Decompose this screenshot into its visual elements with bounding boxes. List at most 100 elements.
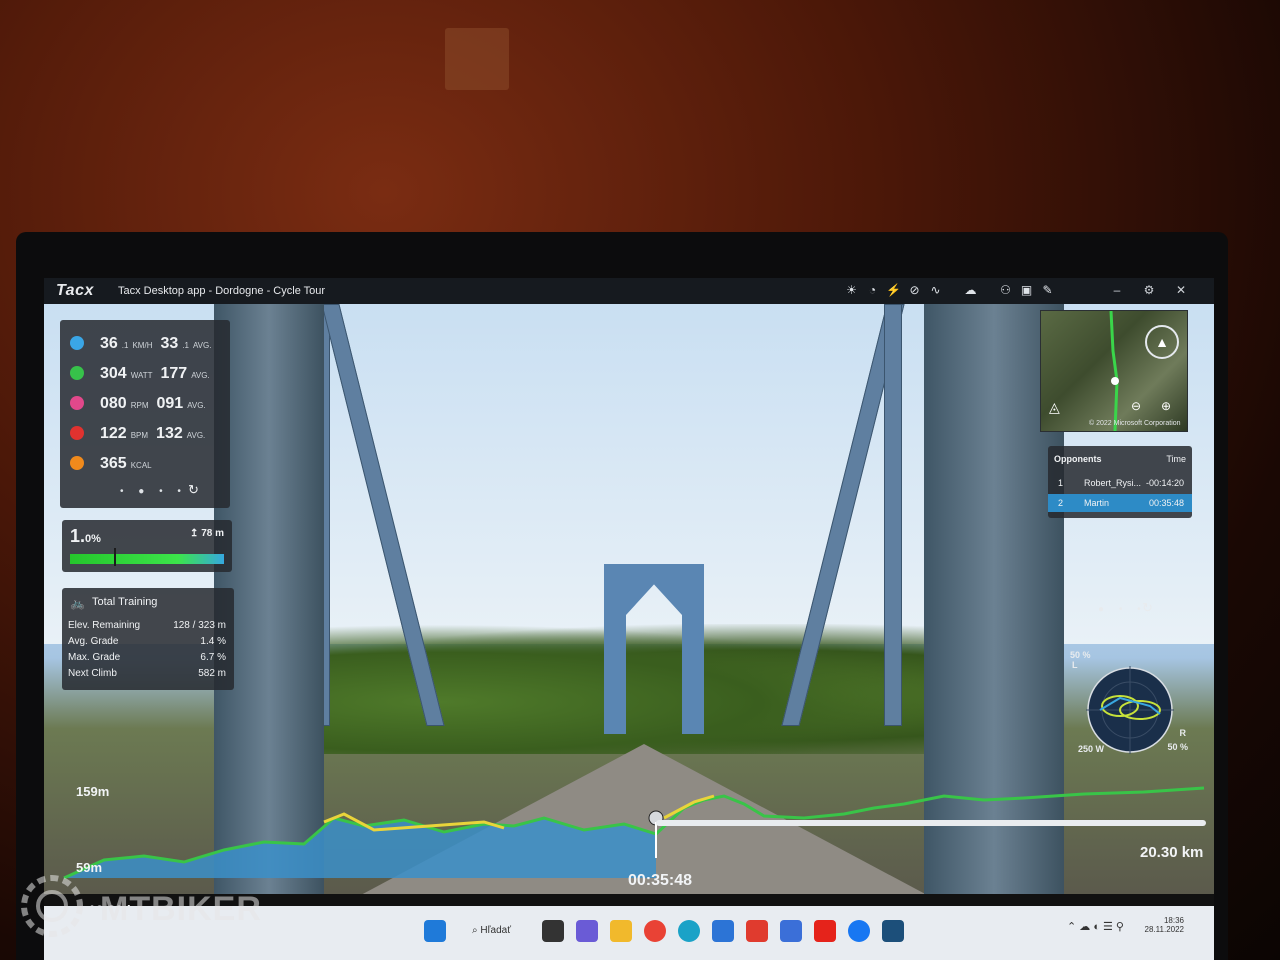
edge-icon[interactable] <box>678 920 700 942</box>
heart-row: 122 BPM 132 AVG. <box>70 424 205 446</box>
speed-row: 36.1 KM/H 33.1 AVG. <box>70 334 211 356</box>
zoom-in-icon[interactable]: ⊕ <box>1161 399 1171 413</box>
heart-avg: 132 <box>156 425 183 442</box>
speed-unit: KM/H <box>132 341 153 350</box>
grade-position-marker <box>114 548 116 566</box>
power-value: 304 <box>100 365 127 382</box>
pedal-right-label: R <box>1179 728 1187 738</box>
watermark-text: MTBIKER <box>100 890 262 928</box>
heart-avg-label: AVG. <box>186 431 206 440</box>
task-view-icon[interactable] <box>542 920 564 942</box>
training-panel: 🚲 Total Training Elev. Remaining 128 / 32… <box>62 588 234 690</box>
bridge-cable <box>884 304 902 726</box>
pedal-balance-label: 50 % <box>1167 742 1188 752</box>
pedal-left-label: L <box>1072 660 1078 670</box>
bike-icon: 🚲 <box>70 596 85 610</box>
heart-icon <box>70 426 84 440</box>
close-button[interactable]: ✕ <box>1170 281 1192 299</box>
cadence-icon <box>70 396 84 410</box>
total-distance: 20.30 km <box>1140 844 1204 861</box>
speedometer-icon[interactable]: ◔ <box>865 283 880 298</box>
speed-avg-label: AVG. <box>192 341 212 350</box>
speed-avg-decimal: .1 <box>182 341 189 350</box>
speed-avg: 33 <box>160 335 179 352</box>
screen: Tacx Tacx Desktop app - Dordogne - Cycle… <box>44 278 1214 960</box>
opponents-panel: Opponents Time 1 Robert_Rysi... -00:14:2… <box>1048 446 1192 518</box>
flame-icon <box>70 456 84 470</box>
cadence-value: 080 <box>100 395 127 412</box>
cloud-icon[interactable]: ☁ <box>963 283 978 298</box>
minimap[interactable]: ▲ ◬ ⊖ ⊕ © 2022 Microsoft Corporation <box>1040 310 1188 432</box>
pedal-stroke-widget: 50 % L R 250 W 50 % <box>1070 648 1190 768</box>
minimize-button[interactable]: – <box>1106 281 1128 299</box>
sun-icon[interactable]: ☀ <box>844 283 859 298</box>
power-unit: WATT <box>130 371 153 380</box>
mcafee-icon[interactable] <box>746 920 768 942</box>
heart-unit: BPM <box>130 431 149 440</box>
tacx-icon[interactable] <box>882 920 904 942</box>
cadence-unit: RPM <box>130 401 149 410</box>
facebook-icon[interactable] <box>848 920 870 942</box>
power-avg: 177 <box>160 365 188 382</box>
heartbeat-icon[interactable]: ∿ <box>928 283 943 298</box>
max-elevation-label: 159m <box>76 784 110 799</box>
distance-progress-track <box>656 820 1206 826</box>
heart-value: 122 <box>100 425 127 442</box>
elapsed-time: 00:35:48 <box>628 872 693 889</box>
window-title: Tacx Desktop app - Dordogne - Cycle Tour <box>118 285 326 297</box>
wall-switch <box>445 28 509 90</box>
training-row: Next Climb 582 m <box>68 668 226 679</box>
map-copyright: © 2022 Microsoft Corporation <box>1089 420 1181 427</box>
no-power-icon[interactable]: ⊘ <box>907 283 922 298</box>
cadence-row: 080 RPM 091 AVG. <box>70 394 206 416</box>
opponents-time-header: Time <box>1166 454 1186 464</box>
energy-row: 365 KCAL <box>70 454 152 476</box>
clock[interactable]: 18:36 28.11.2022 <box>1145 916 1184 934</box>
wrench-icon[interactable]: ✎ <box>1040 283 1055 298</box>
opponents-pager[interactable]: ● • • <box>1098 604 1147 615</box>
climb-remaining: ↥ 78 m <box>190 528 224 539</box>
grade-panel: 1.0% ↥ 78 m <box>62 520 232 572</box>
pedal-power-label: 250 W <box>1078 744 1105 754</box>
cadence-avg-label: AVG. <box>187 401 206 410</box>
training-title: Total Training <box>92 596 158 608</box>
title-bar: Tacx Tacx Desktop app - Dordogne - Cycle… <box>44 278 1214 304</box>
speed-icon <box>70 336 84 350</box>
power-icon <box>70 366 84 380</box>
youtube-icon[interactable] <box>814 920 836 942</box>
refresh-icon[interactable]: ↻ <box>188 482 199 498</box>
restore-button[interactable]: ⚙ <box>1138 281 1160 299</box>
search-box[interactable]: ⌕ Hľadať <box>472 920 532 942</box>
energy-unit: KCAL <box>130 461 152 470</box>
pedal-top-label: 50 % <box>1070 650 1091 660</box>
layers-icon[interactable]: ◬ <box>1049 399 1060 416</box>
stats-pager[interactable]: • ● • • <box>120 486 187 497</box>
store-icon[interactable] <box>712 920 734 942</box>
zoom-out-icon[interactable]: ⊖ <box>1131 399 1141 413</box>
refresh-icon[interactable]: ↻ <box>1142 600 1153 616</box>
teams-icon[interactable] <box>576 920 598 942</box>
windows-start-icon[interactable] <box>424 920 446 942</box>
power-row: 304 WATT 177 AVG. <box>70 364 210 386</box>
compass-icon[interactable]: ▲ <box>1145 325 1179 359</box>
opponent-row-selected[interactable]: 2 Martin 00:35:48 <box>1048 494 1192 512</box>
grade-value: 1.0% <box>70 526 101 546</box>
user-icon[interactable]: ⚇ <box>998 283 1013 298</box>
stats-panel: 36.1 KM/H 33.1 AVG. 304 WATT 177 AVG. 08… <box>60 320 230 508</box>
training-row: Elev. Remaining 128 / 323 m <box>68 620 226 631</box>
image-icon[interactable]: ▣ <box>1019 283 1034 298</box>
opponent-row[interactable]: 1 Robert_Rysi... -00:14:20 <box>1048 474 1192 492</box>
toolbar: ☀ ◔ ⚡ ⊘ ∿ ☁ ⚇ ▣ ✎ <box>844 283 1055 298</box>
speed-decimal: .1 <box>121 341 129 350</box>
speed-value: 36 <box>100 335 118 352</box>
mtbiker-gear-icon <box>21 875 83 937</box>
app-icon[interactable] <box>780 920 802 942</box>
cadence-avg: 091 <box>156 395 184 412</box>
lightning-icon[interactable]: ⚡ <box>886 283 901 298</box>
system-tray[interactable]: ⌃ ☁ ◐ ☰ ⚲ <box>1067 920 1124 933</box>
chrome-icon[interactable] <box>644 920 666 942</box>
training-row: Max. Grade 6.7 % <box>68 652 226 663</box>
grade-bar <box>70 554 224 564</box>
file-explorer-icon[interactable] <box>610 920 632 942</box>
power-avg-label: AVG. <box>191 371 210 380</box>
